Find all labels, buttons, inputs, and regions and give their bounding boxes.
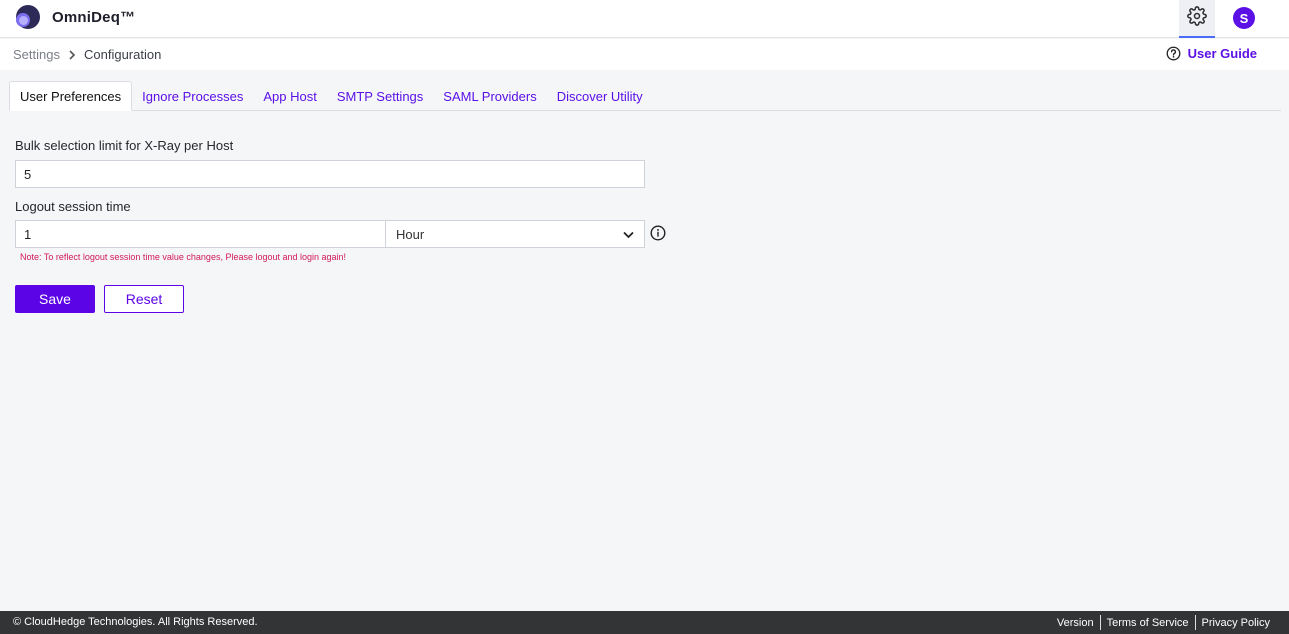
footer-links: Version Terms of Service Privacy Policy (1051, 615, 1276, 630)
user-guide-label: User Guide (1187, 46, 1257, 61)
question-circle-icon (1166, 46, 1181, 61)
tab-app-host[interactable]: App Host (253, 81, 326, 111)
breadcrumb-current: Configuration (83, 47, 162, 62)
app-name: OmniDeq™ (52, 8, 136, 26)
tab-discover-utility[interactable]: Discover Utility (547, 81, 653, 111)
tab-ignore-processes[interactable]: Ignore Processes (132, 81, 253, 111)
breadcrumb-settings-link[interactable]: Settings (13, 47, 60, 62)
breadcrumb-bar: Settings Configuration User Guide (0, 39, 1289, 70)
top-navbar: OmniDeq™ S (0, 0, 1289, 38)
bulk-limit-label: Bulk selection limit for X-Ray per Host (15, 138, 234, 153)
info-circle-icon[interactable] (650, 225, 666, 241)
tab-user-preferences[interactable]: User Preferences (9, 81, 133, 111)
save-button[interactable]: Save (15, 285, 95, 313)
logout-session-label: Logout session time (15, 199, 131, 214)
user-avatar[interactable]: S (1233, 7, 1255, 29)
logout-unit-select[interactable]: Hour (385, 220, 645, 248)
bulk-limit-input[interactable] (15, 160, 645, 188)
chevron-right-icon (68, 49, 76, 60)
chevron-down-icon (623, 227, 634, 242)
logout-time-input[interactable] (15, 220, 386, 248)
config-tabs: User Preferences Ignore Processes App Ho… (9, 81, 653, 111)
reset-button[interactable]: Reset (104, 285, 184, 313)
logout-note: Note: To reflect logout session time val… (20, 252, 347, 262)
brand[interactable]: OmniDeq™ (16, 5, 135, 29)
copyright-text: © CloudHedge Technologies. All Rights Re… (13, 616, 258, 628)
omnideq-logo (16, 5, 40, 29)
settings-nav-button[interactable] (1179, 0, 1215, 38)
breadcrumb: Settings Configuration (13, 47, 161, 62)
footer-link-privacy[interactable]: Privacy Policy (1196, 617, 1276, 629)
user-guide-link[interactable]: User Guide (1166, 46, 1257, 61)
footer-link-terms[interactable]: Terms of Service (1101, 617, 1195, 629)
tab-smtp-settings[interactable]: SMTP Settings (327, 81, 433, 111)
logout-unit-value: Hour (396, 226, 425, 242)
tab-saml-providers[interactable]: SAML Providers (433, 81, 546, 111)
gear-icon (1187, 5, 1207, 31)
footer: © CloudHedge Technologies. All Rights Re… (0, 611, 1289, 634)
footer-link-version[interactable]: Version (1051, 617, 1100, 629)
